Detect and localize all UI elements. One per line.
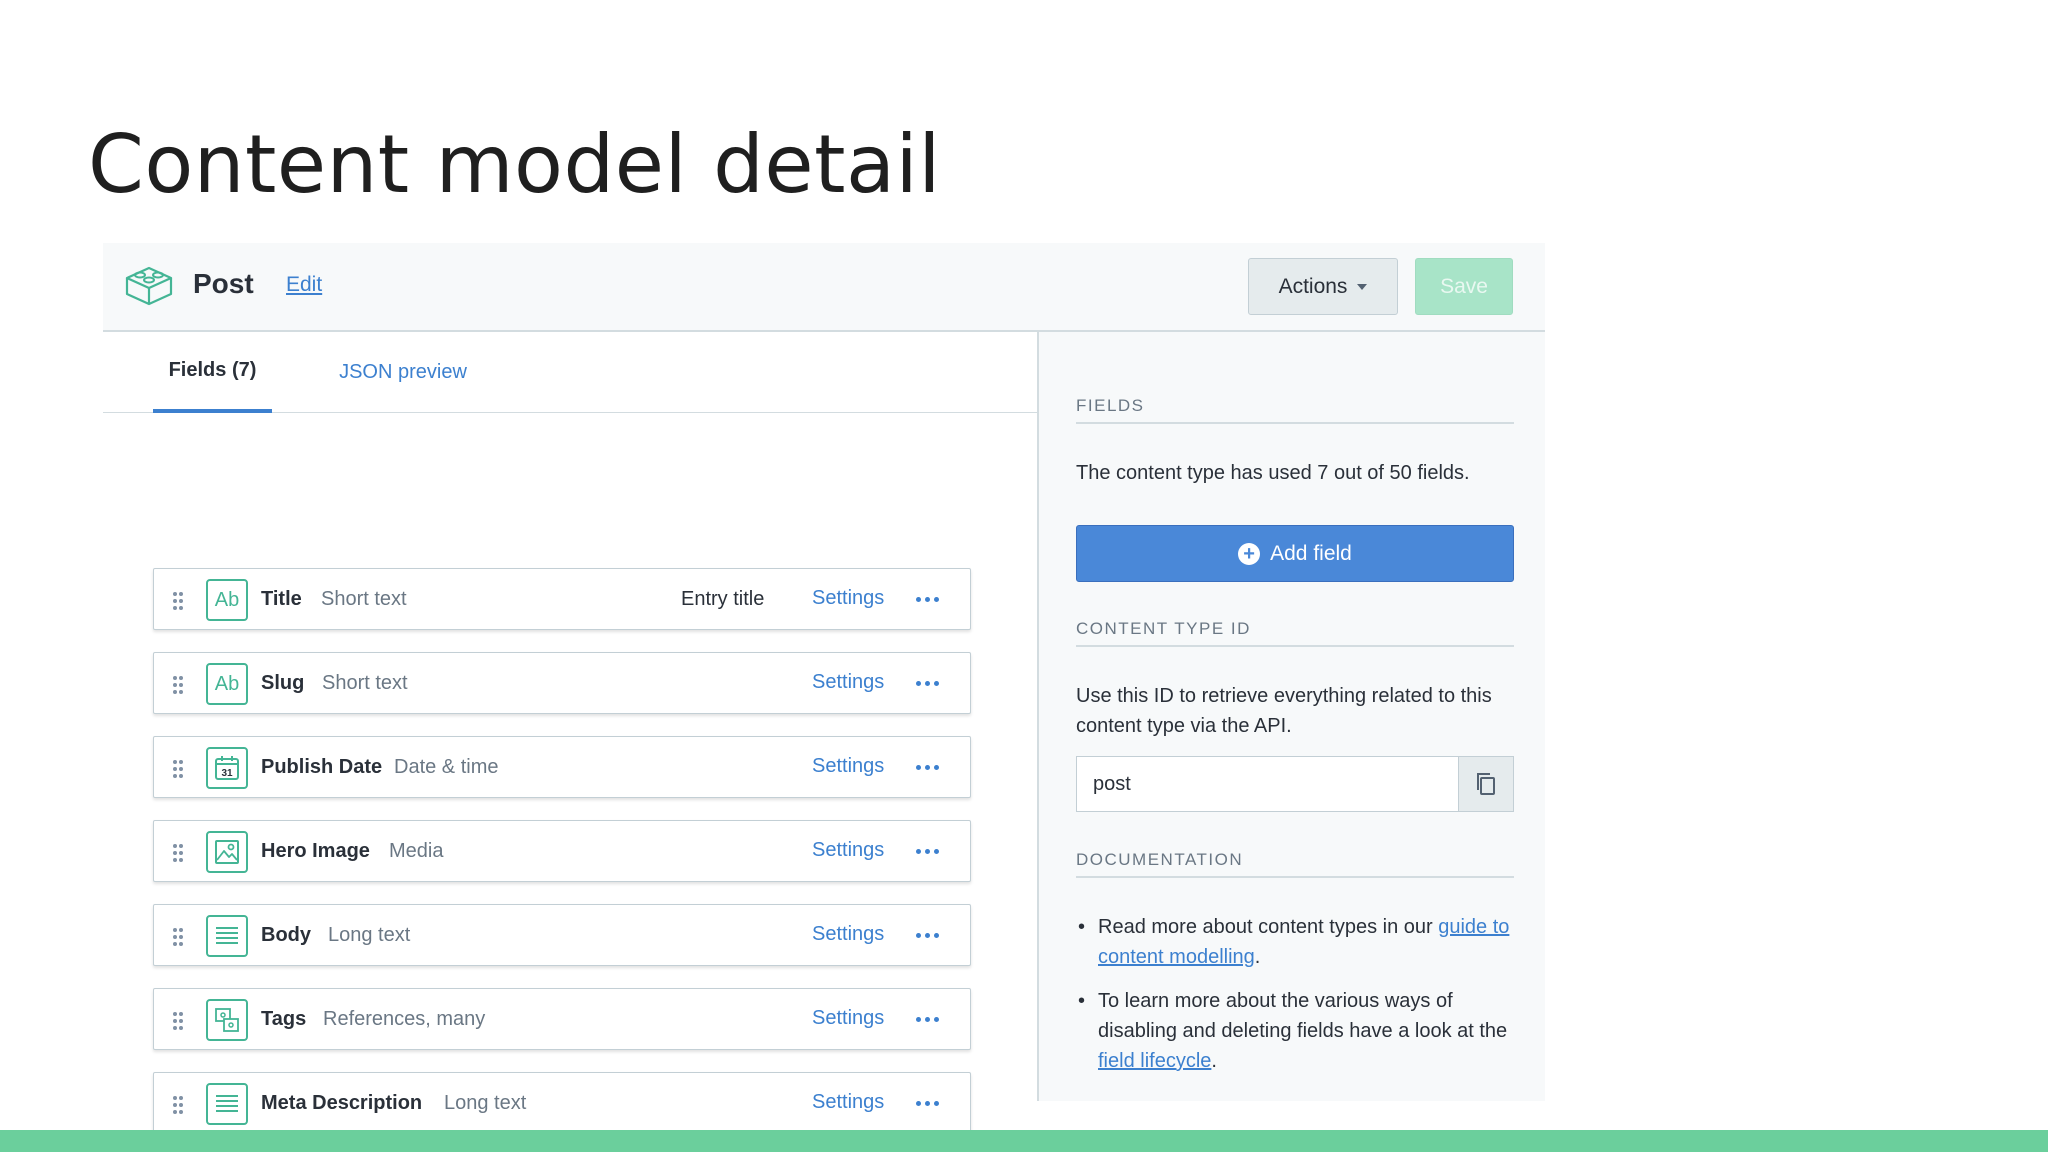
field-row-meta-description[interactable]: Meta Description Long text Settings	[153, 1072, 971, 1134]
content-type-id-help: Use this ID to retrieve everything relat…	[1076, 685, 1492, 737]
actions-label: Actions	[1278, 274, 1348, 298]
field-type: Short text	[321, 588, 407, 610]
field-name: Body	[261, 924, 311, 946]
app-header: Post Edit Actions Save	[103, 243, 1545, 332]
doc-item: To learn more about the various ways of …	[1076, 986, 1514, 1076]
field-row-tags[interactable]: Tags References, many Settings	[153, 988, 971, 1050]
tab-fields[interactable]: Fields (7)	[153, 332, 272, 413]
actions-button[interactable]: Actions	[1248, 258, 1398, 315]
field-name: Publish Date	[261, 756, 383, 778]
add-field-label: Add field	[1270, 541, 1352, 565]
sidebar: FIELDS The content type has used 7 out o…	[1039, 332, 1545, 1101]
drag-handle-icon[interactable]	[172, 759, 184, 779]
fields-usage-text: The content type has used 7 out of 50 fi…	[1076, 462, 1470, 484]
field-lifecycle-link[interactable]: field lifecycle	[1098, 1050, 1211, 1072]
bottom-accent-bar	[0, 1130, 2048, 1152]
settings-link[interactable]: Settings	[812, 839, 884, 862]
field-row-title[interactable]: Ab Title Short text Entry title Settings	[153, 568, 971, 630]
field-name: Hero Image	[261, 840, 370, 862]
field-type: Media	[389, 840, 444, 862]
copy-button[interactable]	[1458, 756, 1514, 812]
documentation-list: Read more about content types in our gui…	[1076, 912, 1514, 1090]
slide-title: Content model detail	[88, 118, 941, 211]
more-options-icon[interactable]	[912, 1088, 942, 1118]
calendar-day-text: 31	[221, 768, 233, 779]
tab-json-preview[interactable]: JSON preview	[309, 332, 497, 413]
field-type: Long text	[444, 1092, 527, 1114]
field-row-publish-date[interactable]: 31 Publish Date Date & time Settings	[153, 736, 971, 798]
drag-handle-icon[interactable]	[172, 1011, 184, 1031]
drag-handle-icon[interactable]	[172, 675, 184, 695]
settings-link[interactable]: Settings	[812, 671, 884, 694]
field-type: Date & time	[394, 756, 499, 778]
drag-handle-icon[interactable]	[172, 843, 184, 863]
field-row-hero-image[interactable]: Hero Image Media Settings	[153, 820, 971, 882]
fields-pane: Fields (7) JSON preview Ab Title Short t…	[103, 332, 1039, 1134]
plus-circle-icon: +	[1238, 542, 1261, 565]
settings-link[interactable]: Settings	[812, 587, 884, 610]
edit-link[interactable]: Edit	[286, 273, 322, 297]
long-text-icon	[206, 915, 248, 957]
content-type-id-field[interactable]	[1076, 756, 1458, 812]
content-model-app: Post Edit Actions Save Fields (7) JSON p…	[103, 243, 1545, 1134]
settings-link[interactable]: Settings	[812, 923, 884, 946]
field-type: References, many	[323, 1008, 486, 1030]
tab-bar: Fields (7) JSON preview	[103, 332, 1037, 413]
calendar-icon: 31	[206, 747, 248, 789]
entry-title-badge: Entry title	[681, 588, 765, 610]
field-type: Long text	[328, 924, 411, 946]
field-row-slug[interactable]: Ab Slug Short text Settings	[153, 652, 971, 714]
field-name: Slug	[261, 672, 305, 694]
field-type: Short text	[322, 672, 408, 694]
settings-link[interactable]: Settings	[812, 1091, 884, 1114]
short-text-icon: Ab	[206, 579, 248, 621]
field-row-body[interactable]: Body Long text Settings	[153, 904, 971, 966]
add-field-button[interactable]: + Add field	[1076, 525, 1514, 582]
field-name: Title	[261, 588, 302, 610]
fields-heading: FIELDS	[1076, 396, 1514, 424]
drag-handle-icon[interactable]	[172, 1095, 184, 1115]
content-type-name: Post	[193, 268, 254, 299]
settings-link[interactable]: Settings	[812, 755, 884, 778]
doc-item: Read more about content types in our gui…	[1076, 912, 1514, 972]
more-options-icon[interactable]	[912, 668, 942, 698]
short-text-icon: Ab	[206, 663, 248, 705]
caret-down-icon	[1357, 283, 1368, 290]
more-options-icon[interactable]	[912, 836, 942, 866]
media-icon	[206, 831, 248, 873]
copy-icon	[1477, 773, 1495, 795]
content-type-id-heading: CONTENT TYPE ID	[1076, 619, 1514, 647]
more-options-icon[interactable]	[912, 752, 942, 782]
save-button[interactable]: Save	[1415, 258, 1513, 315]
documentation-heading: DOCUMENTATION	[1076, 850, 1514, 878]
more-options-icon[interactable]	[912, 584, 942, 614]
long-text-icon	[206, 1083, 248, 1125]
drag-handle-icon[interactable]	[172, 591, 184, 611]
content-type-icon	[125, 266, 173, 306]
field-name: Tags	[261, 1008, 307, 1030]
more-options-icon[interactable]	[912, 1004, 942, 1034]
more-options-icon[interactable]	[912, 920, 942, 950]
settings-link[interactable]: Settings	[812, 1007, 884, 1030]
drag-handle-icon[interactable]	[172, 927, 184, 947]
field-name: Meta Description	[261, 1092, 423, 1114]
references-icon	[206, 999, 248, 1041]
